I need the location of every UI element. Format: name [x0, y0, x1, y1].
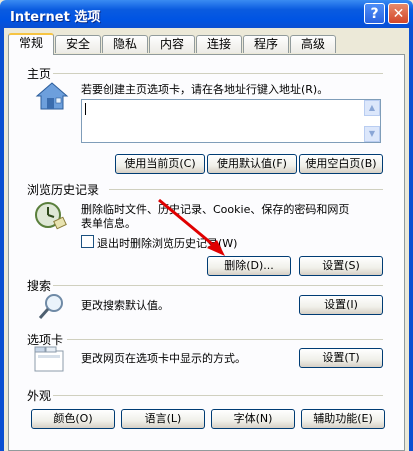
- home-group-label: 主页: [27, 67, 52, 81]
- tab-content[interactable]: 内容: [149, 35, 195, 53]
- tabbed-window-icon: [34, 346, 64, 372]
- window-frame-left: [0, 28, 4, 451]
- tabs-description: 更改网页在选项卡中显示的方式。: [81, 352, 246, 365]
- tab-privacy[interactable]: 隐私: [102, 35, 148, 53]
- fonts-button[interactable]: 字体(N): [211, 409, 295, 429]
- history-divider: [109, 189, 383, 190]
- languages-button[interactable]: 语言(L): [121, 409, 205, 429]
- history-description-line2: 表单信息。: [81, 217, 136, 230]
- use-default-button[interactable]: 使用默认值(F): [207, 154, 297, 174]
- accessibility-button[interactable]: 辅助功能(E): [301, 409, 385, 429]
- tabs-divider: [67, 339, 383, 340]
- tab-general[interactable]: 常规: [8, 33, 54, 55]
- tab-programs[interactable]: 程序: [243, 35, 289, 53]
- use-current-page-button[interactable]: 使用当前页(C): [115, 154, 205, 174]
- tab-advanced[interactable]: 高级: [290, 35, 336, 53]
- window-frame-right: [409, 28, 413, 451]
- text-caret: [85, 103, 86, 115]
- title-bar: Internet 选项 ? ✕: [0, 0, 413, 28]
- red-arrow-annotation: [158, 198, 225, 256]
- colors-button[interactable]: 颜色(O): [31, 409, 115, 429]
- use-blank-button[interactable]: 使用空白页(B): [299, 154, 383, 174]
- history-settings-button[interactable]: 设置(S): [299, 256, 383, 276]
- help-button[interactable]: ?: [364, 3, 385, 24]
- window-title: Internet 选项: [10, 10, 101, 25]
- appearance-divider: [53, 395, 383, 396]
- home-divider: [53, 73, 383, 74]
- home-description: 若要创建主页选项卡，请在各地址行键入地址(R)。: [81, 83, 329, 96]
- search-settings-button[interactable]: 设置(I): [299, 295, 383, 315]
- home-url-field[interactable]: ▲ ▼: [81, 99, 381, 143]
- home-icon: [35, 82, 69, 110]
- url-scroll-down-button[interactable]: ▼: [364, 126, 380, 142]
- close-button[interactable]: ✕: [388, 3, 409, 24]
- tab-security[interactable]: 安全: [55, 35, 101, 53]
- magnifier-icon: [38, 294, 63, 319]
- search-divider: [53, 285, 383, 286]
- tab-connections[interactable]: 连接: [196, 35, 242, 53]
- tabs-settings-button[interactable]: 设置(T): [299, 348, 383, 368]
- history-group-label: 浏览历史记录: [27, 183, 100, 197]
- delete-on-exit-checkbox[interactable]: [81, 235, 94, 248]
- search-description: 更改搜索默认值。: [81, 299, 169, 312]
- appearance-group-label: 外观: [27, 389, 52, 403]
- url-scroll-up-button[interactable]: ▲: [364, 100, 380, 116]
- clock-eraser-icon: [35, 202, 67, 230]
